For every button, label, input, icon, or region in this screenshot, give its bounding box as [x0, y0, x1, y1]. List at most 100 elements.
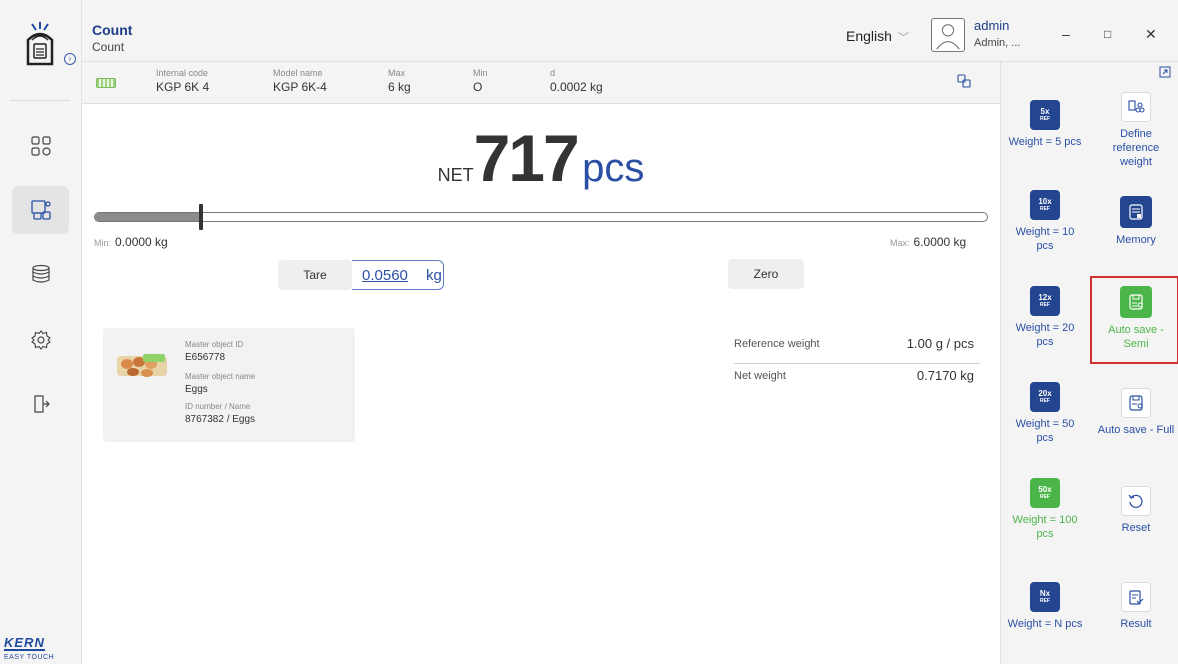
- ref-100-button[interactable]: 50x REF Weight = 100 pcs: [1006, 478, 1084, 541]
- ref-20-button[interactable]: 12x REF Weight = 20 pcs: [1006, 286, 1084, 349]
- ref-10-tile-icon: 10x REF: [1030, 190, 1060, 220]
- sidebar-item-logout[interactable]: [12, 380, 69, 428]
- count-unit: pcs: [582, 146, 645, 190]
- chevron-down-icon: ﹀: [897, 32, 909, 44]
- d-label: d: [550, 68, 556, 78]
- net-weight-value: 0.7170 kg: [916, 368, 974, 383]
- result-button[interactable]: Result: [1097, 582, 1175, 631]
- close-button[interactable]: ✕: [1145, 26, 1157, 43]
- sidebar-item-settings[interactable]: [12, 316, 69, 364]
- define-reference-button[interactable]: Define reference weight: [1097, 92, 1175, 169]
- tare-unit: kg: [426, 267, 442, 284]
- capacity-bar-marker: [199, 204, 204, 230]
- d-value: 0.0002 kg: [550, 80, 603, 94]
- max-range-prefix: Max:: [890, 238, 910, 248]
- max-range-value: 6.0000 kg: [913, 235, 967, 249]
- ref-50-button[interactable]: 20x REF Weight = 50 pcs: [1006, 382, 1084, 445]
- ref-20-caption: Weight = 20 pcs: [1015, 322, 1075, 348]
- ref-n-tile-icon: Nx REF: [1030, 582, 1060, 612]
- user-avatar-icon[interactable]: [931, 18, 965, 52]
- brand-logo: KERN: [4, 635, 45, 651]
- tare-input[interactable]: 0.0560 kg: [352, 260, 444, 290]
- count-value: 717: [473, 121, 580, 195]
- language-label: English: [846, 28, 892, 44]
- auto-save-full-caption: Auto save - Full: [1097, 424, 1175, 436]
- top-header: Count Count English ﹀ admin Admin, ... – …: [82, 0, 1178, 62]
- sidebar-item-database[interactable]: [12, 250, 69, 298]
- switch-scale-icon[interactable]: [957, 74, 971, 88]
- capacity-bar-fill: [95, 213, 203, 221]
- master-name-value: Eggs: [185, 384, 208, 395]
- dashboard-grid-icon: [30, 136, 51, 156]
- model-name-label: Model name: [273, 68, 323, 78]
- id-name-value: 8767382 / Eggs: [185, 414, 256, 425]
- result-caption: Result: [1120, 618, 1152, 630]
- reset-caption: Reset: [1121, 522, 1151, 534]
- memory-button[interactable]: Memory: [1097, 196, 1175, 247]
- reference-weight-row: Reference weight 1.00 g / pcs: [734, 332, 980, 364]
- model-name: Model name KGP 6K-4: [273, 68, 327, 94]
- user-role: Admin, ...: [974, 37, 1021, 49]
- ref-n-caption: Weight = N pcs: [1007, 618, 1083, 630]
- page-subtitle: Count: [92, 40, 125, 54]
- zero-button[interactable]: Zero: [728, 259, 804, 289]
- database-icon: [31, 264, 50, 283]
- settings-gear-icon: [30, 330, 51, 350]
- auto-save-full-button[interactable]: Auto save - Full: [1092, 388, 1178, 437]
- weighing-details: Reference weight 1.00 g / pcs Net weight…: [734, 332, 980, 396]
- max-capacity: Max 6 kg: [388, 68, 411, 94]
- memory-caption: Memory: [1116, 234, 1156, 246]
- net-weight-label: Net weight: [734, 370, 786, 382]
- reference-weight-value: 1.00 g / pcs: [906, 336, 974, 351]
- auto-save-full-icon: [1121, 388, 1151, 418]
- min-value: O: [473, 80, 483, 94]
- max-range: Max: 6.0000 kg: [890, 235, 966, 249]
- scale-logo-icon: [26, 22, 54, 66]
- expand-sidebar-icon[interactable]: ›: [64, 53, 76, 65]
- tare-button[interactable]: Tare: [278, 260, 352, 290]
- ref-5-button[interactable]: 5x REF Weight = 5 pcs: [1006, 100, 1084, 149]
- user-name: admin: [974, 18, 1010, 33]
- language-selector[interactable]: English ﹀: [846, 28, 909, 45]
- ref-50-caption: Weight = 50 pcs: [1015, 418, 1075, 444]
- app-window: › KERN EASY TOUCH Count Count English ﹀ …: [0, 0, 1178, 664]
- scale-info-bar: Internal code KGP 6K 4 Model name KGP 6K…: [82, 62, 1000, 104]
- model-name-value: KGP 6K-4: [273, 80, 327, 94]
- readability: d 0.0002 kg: [550, 68, 603, 94]
- master-name-label: Master object name: [185, 372, 256, 381]
- ref-10-caption: Weight = 10 pcs: [1015, 226, 1075, 252]
- sidebar-item-applications[interactable]: [12, 186, 69, 234]
- min-label: Min: [473, 68, 488, 78]
- ref-n-button[interactable]: Nx REF Weight = N pcs: [1006, 582, 1084, 631]
- eggs-image: [117, 354, 167, 377]
- ref-100-caption: Weight = 100 pcs: [1012, 514, 1078, 540]
- minimize-button[interactable]: –: [1062, 26, 1070, 42]
- define-reference-caption: Define reference weight: [1112, 128, 1160, 168]
- min-capacity: Min O: [473, 68, 488, 94]
- ref-20-tile-icon: 12x REF: [1030, 286, 1060, 316]
- ref-50-tile-icon: 20x REF: [1030, 382, 1060, 412]
- min-range: Min: 0.0000 kg: [94, 235, 168, 249]
- application-icon: [30, 200, 51, 220]
- sidebar-item-dashboard[interactable]: [12, 122, 69, 170]
- expand-panel-icon[interactable]: [1159, 66, 1171, 78]
- master-id-label: Master object ID: [185, 340, 244, 349]
- result-icon: [1121, 582, 1151, 612]
- master-object-card[interactable]: Master object ID E656778 Master object n…: [103, 328, 355, 442]
- define-reference-icon: [1121, 92, 1151, 122]
- ref-5-caption: Weight = 5 pcs: [1008, 136, 1082, 148]
- ref-10-button[interactable]: 10x REF Weight = 10 pcs: [1006, 190, 1084, 253]
- reset-button[interactable]: Reset: [1097, 486, 1175, 535]
- left-sidebar: › KERN EASY TOUCH: [0, 0, 82, 664]
- net-label: NET: [437, 165, 474, 185]
- max-label: Max: [388, 68, 406, 78]
- reference-weight-label: Reference weight: [734, 338, 820, 350]
- ref-5-tile-icon: 5x REF: [1030, 100, 1060, 130]
- weight-display: NET717 pcs: [82, 120, 1000, 196]
- internal-code-label: Internal code: [156, 68, 209, 78]
- highlight-box: [1090, 276, 1178, 364]
- min-range-prefix: Min:: [94, 238, 112, 248]
- master-id-value: E656778: [185, 352, 226, 363]
- maximize-button[interactable]: □: [1104, 27, 1111, 41]
- internal-code-value: KGP 6K 4: [156, 80, 210, 94]
